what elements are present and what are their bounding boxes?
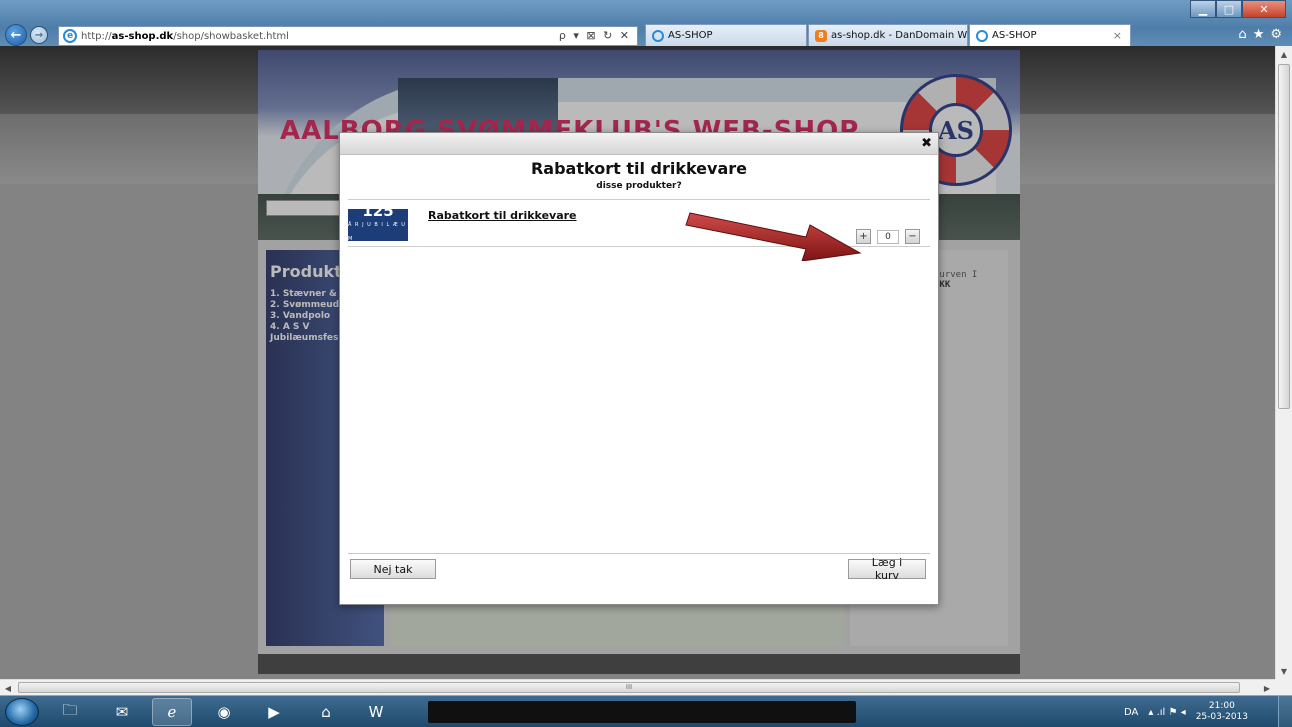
browser-toolbar-icons: ⌂ ★ ⚙ [1238, 27, 1282, 42]
maximize-button[interactable]: □ [1216, 0, 1242, 18]
product-name-link[interactable]: Rabatkort til drikkevare [428, 209, 577, 222]
home-icon[interactable]: ⌂ [1238, 27, 1246, 42]
dialog-subtitle: disse produkter? [596, 181, 682, 191]
language-indicator[interactable]: DA [1124, 707, 1138, 718]
taskbar-ie-icon[interactable]: ℯ [152, 698, 192, 726]
product-thumbnail: 125 Å R J U B I L Æ U M [348, 204, 408, 242]
forward-button[interactable]: → [30, 26, 48, 44]
forward-arrow-icon: → [34, 29, 44, 41]
tab-label: AS-SHOP [992, 30, 1037, 41]
close-window-button[interactable]: ✕ [1242, 0, 1286, 18]
ie-tab-icon [652, 29, 664, 42]
system-tray: DA ▴ .ıl ⚑ ◂ 21:00 25-03-2013 [1124, 700, 1248, 724]
taskbar-word-icon[interactable]: W [356, 698, 396, 726]
qty-minus-button[interactable]: − [905, 229, 920, 244]
scroll-corner [1275, 679, 1292, 695]
scroll-right-icon[interactable]: ▶ [1259, 680, 1275, 696]
divider [348, 553, 930, 554]
taskbar-outlook-icon[interactable]: ✉ [102, 698, 142, 726]
quantity-stepper: + 0 − [856, 229, 920, 244]
qty-input[interactable]: 0 [877, 229, 899, 244]
thumbnail-number: 125 [362, 202, 394, 220]
dialog-body: Rabatkort til drikkevare disse produkter… [348, 155, 930, 598]
url-prefix: http:// [81, 30, 112, 42]
taskbar-running-area [428, 701, 856, 723]
clock-date: 25-03-2013 [1195, 712, 1248, 722]
tab-as-shop-1[interactable]: AS-SHOP [645, 24, 807, 46]
dialog-titlebar: ✖ [340, 133, 938, 155]
thumbnail-caption: Å R J U B I L Æ U M [348, 222, 406, 242]
page-viewport: AALBORG SVØMMEKLUB'S WEB-SHOP AS Produkt… [0, 46, 1275, 679]
window-controls: ▁ □ ✕ [1190, 0, 1286, 18]
horizontal-scroll-thumb[interactable]: III [18, 682, 1240, 693]
ie-tab-icon [976, 29, 988, 42]
clock-time: 21:00 [1208, 701, 1235, 711]
product-row: 125 Å R J U B I L Æ U M Rabatkort til dr… [348, 204, 930, 261]
back-button[interactable]: ← [5, 24, 27, 46]
add-to-basket-button[interactable]: Læg i kurv [848, 556, 926, 582]
minimize-button[interactable]: ▁ [1190, 0, 1216, 18]
scroll-left-icon[interactable]: ◀ [0, 680, 16, 696]
dialog-close-icon[interactable]: ✖ [921, 136, 932, 151]
tab-dandomain[interactable]: 8 as-shop.dk - DanDomain Web... [808, 24, 968, 46]
no-thanks-button[interactable]: Nej tak [350, 559, 436, 579]
ie-page-icon: e [63, 29, 77, 43]
product-suggestion-dialog: ✖ Rabatkort til drikkevare disse produkt… [339, 132, 939, 605]
red-pointer-arrow-icon [685, 212, 862, 261]
divider [348, 199, 930, 200]
scroll-up-icon[interactable]: ▲ [1276, 46, 1292, 62]
tools-gear-icon[interactable]: ⚙ [1270, 27, 1282, 42]
dandomain-tab-icon: 8 [815, 29, 827, 42]
vertical-scroll-thumb[interactable] [1278, 64, 1290, 409]
show-desktop-button[interactable] [1278, 696, 1292, 727]
vertical-scrollbar[interactable]: ▲ ▼ [1275, 46, 1292, 679]
qty-plus-button[interactable]: + [856, 229, 871, 244]
scroll-down-icon[interactable]: ▼ [1276, 663, 1292, 679]
clock[interactable]: 21:00 25-03-2013 [1196, 701, 1248, 723]
taskbar-chrome-icon[interactable]: ◉ [204, 698, 244, 726]
taskbar-hp-icon[interactable]: ⌂ [306, 698, 346, 726]
taskbar-explorer-icon[interactable]: 🗀 [50, 698, 90, 726]
browser-chrome: ← → e http://as-shop.dk/shop/showbasket.… [0, 0, 1292, 46]
tab-label: AS-SHOP [668, 30, 713, 41]
favorites-star-icon[interactable]: ★ [1253, 27, 1265, 42]
url-domain: as-shop.dk [111, 30, 174, 42]
tab-as-shop-active[interactable]: AS-SHOP × [969, 24, 1131, 46]
taskbar-media-player-icon[interactable]: ▶ [254, 698, 294, 726]
tab-close-icon[interactable]: × [1113, 29, 1122, 42]
start-button[interactable] [5, 698, 39, 726]
back-arrow-icon: ← [10, 27, 22, 43]
dialog-title: Rabatkort til drikkevare [530, 159, 747, 178]
horizontal-scrollbar[interactable]: ◀ III ▶ [0, 679, 1275, 695]
address-bar[interactable]: e http://as-shop.dk/shop/showbasket.html… [58, 26, 638, 46]
url-path: /shop/showbasket.html [173, 30, 289, 42]
address-controls[interactable]: ρ ▾ ⊠ ↻ ✕ [559, 29, 631, 42]
tray-icons[interactable]: ▴ .ıl ⚑ ◂ [1148, 707, 1185, 718]
tab-label: as-shop.dk - DanDomain Web... [831, 30, 967, 41]
windows-taskbar: 🗀 ✉ ℯ ◉ ▶ ⌂ W DA ▴ .ıl ⚑ ◂ 21:00 25-03-2… [0, 695, 1292, 727]
